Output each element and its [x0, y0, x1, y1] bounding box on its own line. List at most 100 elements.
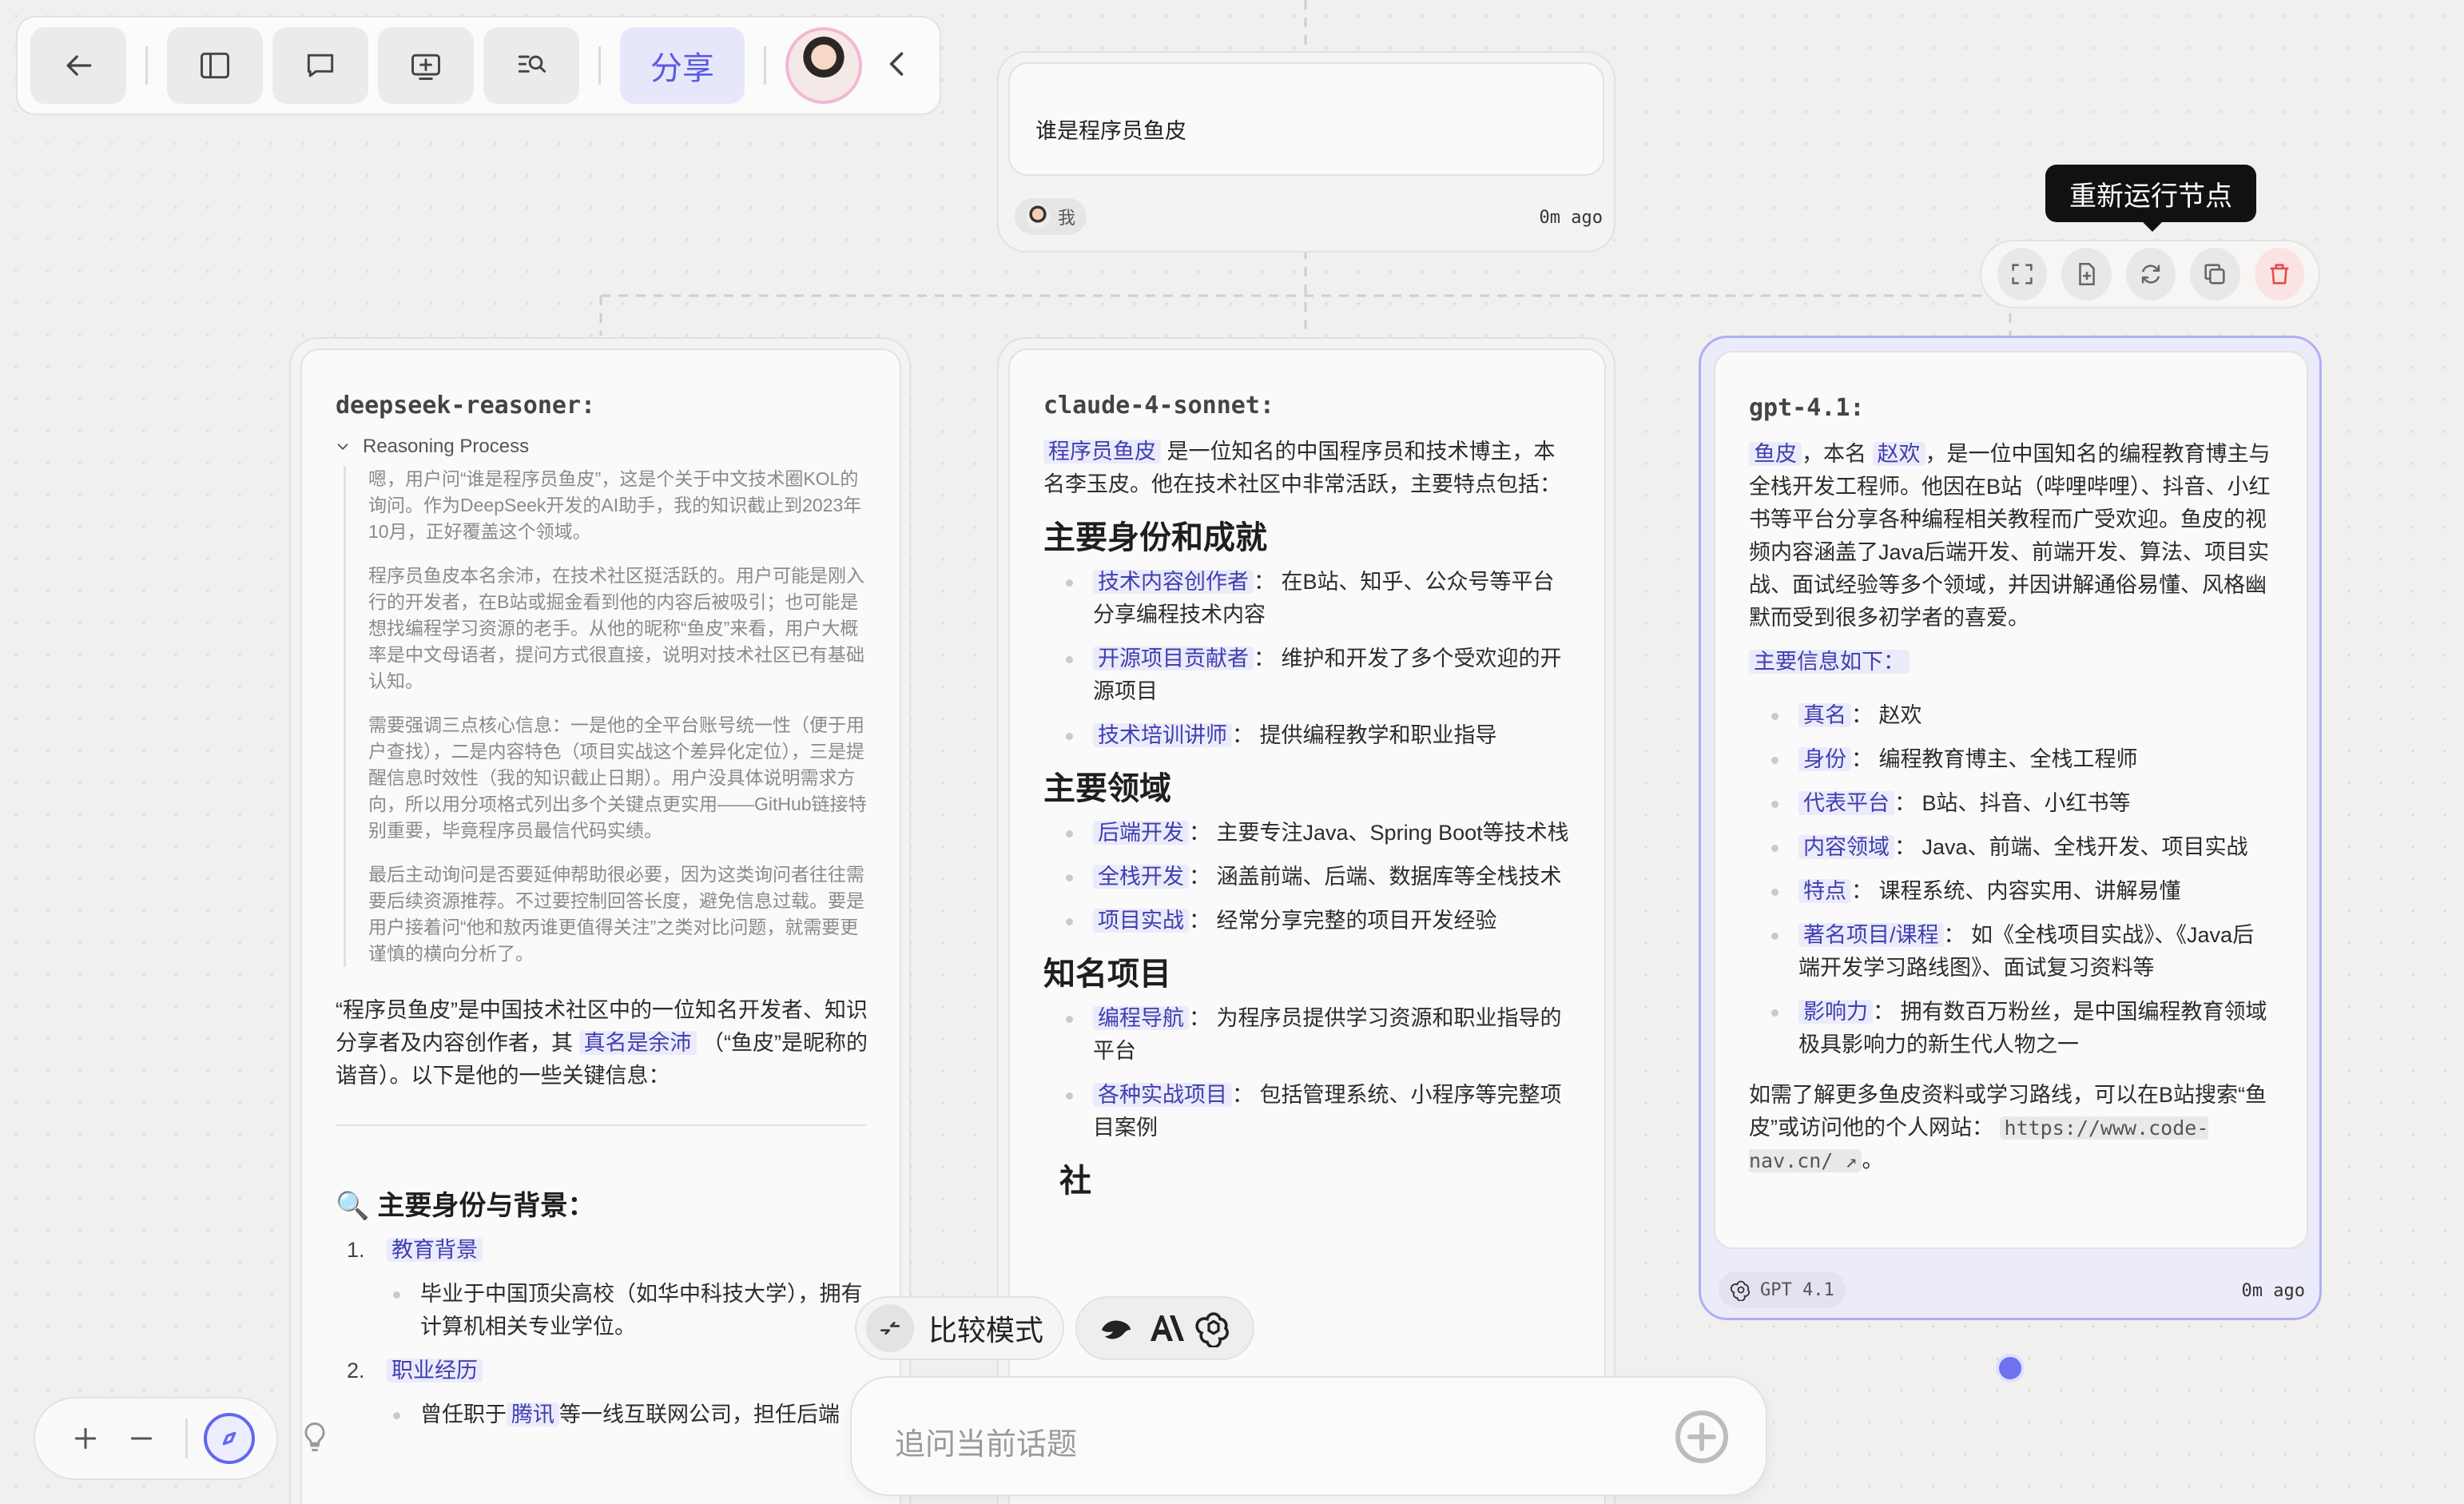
- list-text: B站、抖音、小红书等: [1922, 791, 2131, 815]
- refresh-icon: [2141, 265, 2160, 284]
- file-add-icon: [2078, 262, 2095, 286]
- gpt-response-node[interactable]: gpt-4.1: 鱼皮 ，本名 赵欢 ，是一位中国知名的编程教育博主与全栈开发工程师…: [1699, 336, 2322, 1320]
- compare-icon: [866, 1304, 914, 1352]
- author-avatar: [1026, 205, 1050, 229]
- openai-icon: [1730, 1280, 1750, 1301]
- model-selector[interactable]: [1075, 1296, 1254, 1360]
- section-title: 主要身份与背景：: [377, 1191, 595, 1221]
- list-item: 真名： 赵欢: [1765, 699, 2275, 732]
- reasoning-toggle[interactable]: Reasoning Process: [334, 436, 900, 458]
- share-button[interactable]: 分享: [620, 27, 745, 104]
- highlight-term: 鱼皮: [1749, 442, 1802, 466]
- list-item: 编程导航： 为程序员提供学习资源和职业指导的平台: [1059, 1002, 1572, 1068]
- new-node-button[interactable]: [378, 27, 474, 104]
- list-text: 提供编程教学和职业指导: [1259, 723, 1497, 747]
- highlight-term: 编程导航: [1093, 1006, 1189, 1030]
- search-list-icon: [518, 55, 546, 73]
- follow-up-placeholder: 追问当前话题: [895, 1428, 1078, 1462]
- list-item: 开源项目贡献者： 维护和开发了多个受欢迎的开源项目: [1059, 643, 1572, 708]
- zoom-controls: [34, 1397, 278, 1480]
- highlight-term: 真名是余沛: [578, 1031, 697, 1055]
- search-nodes-button[interactable]: [483, 27, 579, 104]
- question-timestamp: 0m ago: [1539, 208, 1603, 228]
- rerun-tooltip: 重新运行节点: [2045, 165, 2256, 232]
- reasoning-paragraph: 需要强调三点核心信息：一是他的全平台账号统一性（便于用户查找），二是内容特色（项…: [368, 714, 867, 841]
- list-item: 1. 教育背景 毕业于中国顶尖高校（如华中科技大学），拥有计算机相关专业学位。: [336, 1234, 868, 1343]
- fit-view-button[interactable]: [204, 1413, 255, 1464]
- copy-icon: [2204, 264, 2226, 284]
- chat-button[interactable]: [272, 27, 368, 104]
- add-circle-icon[interactable]: [1673, 1408, 1731, 1466]
- answer-text: 。: [1862, 1148, 1884, 1172]
- collapse-toolbar-button[interactable]: [880, 46, 915, 85]
- arrow-left-icon: [66, 55, 92, 76]
- expand-node-button[interactable]: [1997, 248, 2048, 300]
- add-box-icon: [411, 54, 440, 80]
- highlight-term: 职业经历: [387, 1359, 483, 1383]
- deepseek-response-node[interactable]: deepseek-reasoner: Reasoning Process 嗯，用…: [289, 337, 911, 1504]
- zoom-in-button[interactable]: [58, 1422, 113, 1454]
- zoom-divider: [185, 1418, 188, 1458]
- model-badge: GPT 4.1: [1719, 1271, 1846, 1308]
- list-item: 2. 职业经历 曾任职于 腾讯 等一线互联网公司，担任后端: [336, 1355, 868, 1431]
- answer-text: ，本名: [1802, 442, 1866, 466]
- model-label: gpt-4.1:: [1749, 394, 1865, 422]
- highlight-term: 著名项目/课程: [1798, 923, 1944, 947]
- list-item: 身份： 编程教育博主、全栈工程师: [1765, 743, 2275, 776]
- anthropic-icon: [1150, 1315, 1184, 1341]
- section-heading: 主要领域: [1043, 771, 1171, 806]
- compare-label: 比较模式: [928, 1314, 1044, 1347]
- openai-icon: [1195, 1312, 1230, 1347]
- delete-node-button[interactable]: [2254, 248, 2305, 300]
- list-number: 2.: [347, 1359, 365, 1383]
- lightbulb-icon: [304, 1422, 325, 1451]
- list-item: 代表平台： B站、抖音、小红书等: [1765, 787, 2275, 820]
- zoom-out-button[interactable]: [113, 1422, 169, 1454]
- export-node-button[interactable]: [2061, 248, 2112, 300]
- compass-icon: [222, 1431, 236, 1446]
- list-text: 等一线互联网公司，担任后端: [559, 1403, 840, 1426]
- toolbar-divider: [764, 46, 766, 85]
- list-text: 经常分享完整的项目开发经验: [1216, 909, 1497, 933]
- back-button[interactable]: [30, 27, 126, 104]
- model-label: claude-4-sonnet:: [1043, 392, 1274, 420]
- compare-mode-button[interactable]: 比较模式: [855, 1296, 1064, 1360]
- fullscreen-icon: [2012, 264, 2033, 284]
- highlight-term: 技术内容创作者: [1093, 570, 1254, 594]
- list-item: 影响力： 拥有数百万粉丝，是中国编程教育领域极具影响力的新生代人物之一: [1765, 996, 2275, 1061]
- connection-handle[interactable]: [1996, 1354, 2025, 1383]
- list-text: 编程教育博主、全栈工程师: [1878, 747, 2138, 771]
- list-item: 技术内容创作者： 在B站、知乎、公众号等平台分享编程技术内容: [1059, 566, 1572, 631]
- chat-bubble-icon: [307, 54, 334, 78]
- author-badge: 我: [1015, 198, 1087, 235]
- answer-intro: 程序员鱼皮 是一位知名的中国程序员和技术博主，本名李玉皮。他在技术社区中非常活跃…: [1043, 436, 1572, 501]
- highlight-term: 后端开发: [1093, 821, 1189, 845]
- highlight-term: 各种实战项目: [1093, 1083, 1232, 1107]
- list-item: 全栈开发： 涵盖前端、后端、数据库等全栈技术: [1059, 861, 1572, 893]
- toggle-sidebar-button[interactable]: [167, 27, 263, 104]
- tips-button[interactable]: [297, 1419, 332, 1458]
- list-item: 技术培训讲师： 提供编程教学和职业指导: [1059, 719, 1572, 752]
- copy-node-button[interactable]: [2190, 248, 2240, 300]
- follow-up-input[interactable]: 追问当前话题: [850, 1376, 1767, 1496]
- response-timestamp: 0m ago: [2241, 1281, 2305, 1301]
- list-item: 著名项目/课程： 如《全栈项目实战》、《Java后端开发学习路线图》、面试复习资…: [1765, 919, 2275, 985]
- highlight-term: 开源项目贡献者: [1093, 647, 1254, 670]
- list-text: 曾任职于: [420, 1403, 507, 1426]
- list-item: 特点： 课程系统、内容实用、讲解易懂: [1765, 875, 2275, 908]
- list-number: 1.: [347, 1238, 365, 1262]
- model-label: deepseek-reasoner:: [336, 392, 596, 420]
- user-avatar[interactable]: [785, 27, 862, 104]
- toolbar-divider: [598, 46, 601, 85]
- question-text: 谁是程序员鱼皮: [1035, 119, 1186, 143]
- background-list: 1. 教育背景 毕业于中国顶尖高校（如华中科技大学），拥有计算机相关专业学位。 …: [336, 1234, 868, 1431]
- question-node[interactable]: 谁是程序员鱼皮 我 0m ago: [997, 51, 1616, 253]
- highlight-term: 技术培训讲师: [1093, 723, 1232, 747]
- chevron-left-icon: [889, 52, 904, 76]
- toolbar-divider: [145, 46, 148, 85]
- rerun-node-button[interactable]: [2125, 248, 2176, 300]
- list-item: 曾任职于 腾讯 等一线互联网公司，担任后端: [387, 1399, 868, 1431]
- plus-icon: [74, 1427, 97, 1450]
- section-divider: [336, 1124, 866, 1126]
- highlight-term: 特点: [1798, 879, 1851, 903]
